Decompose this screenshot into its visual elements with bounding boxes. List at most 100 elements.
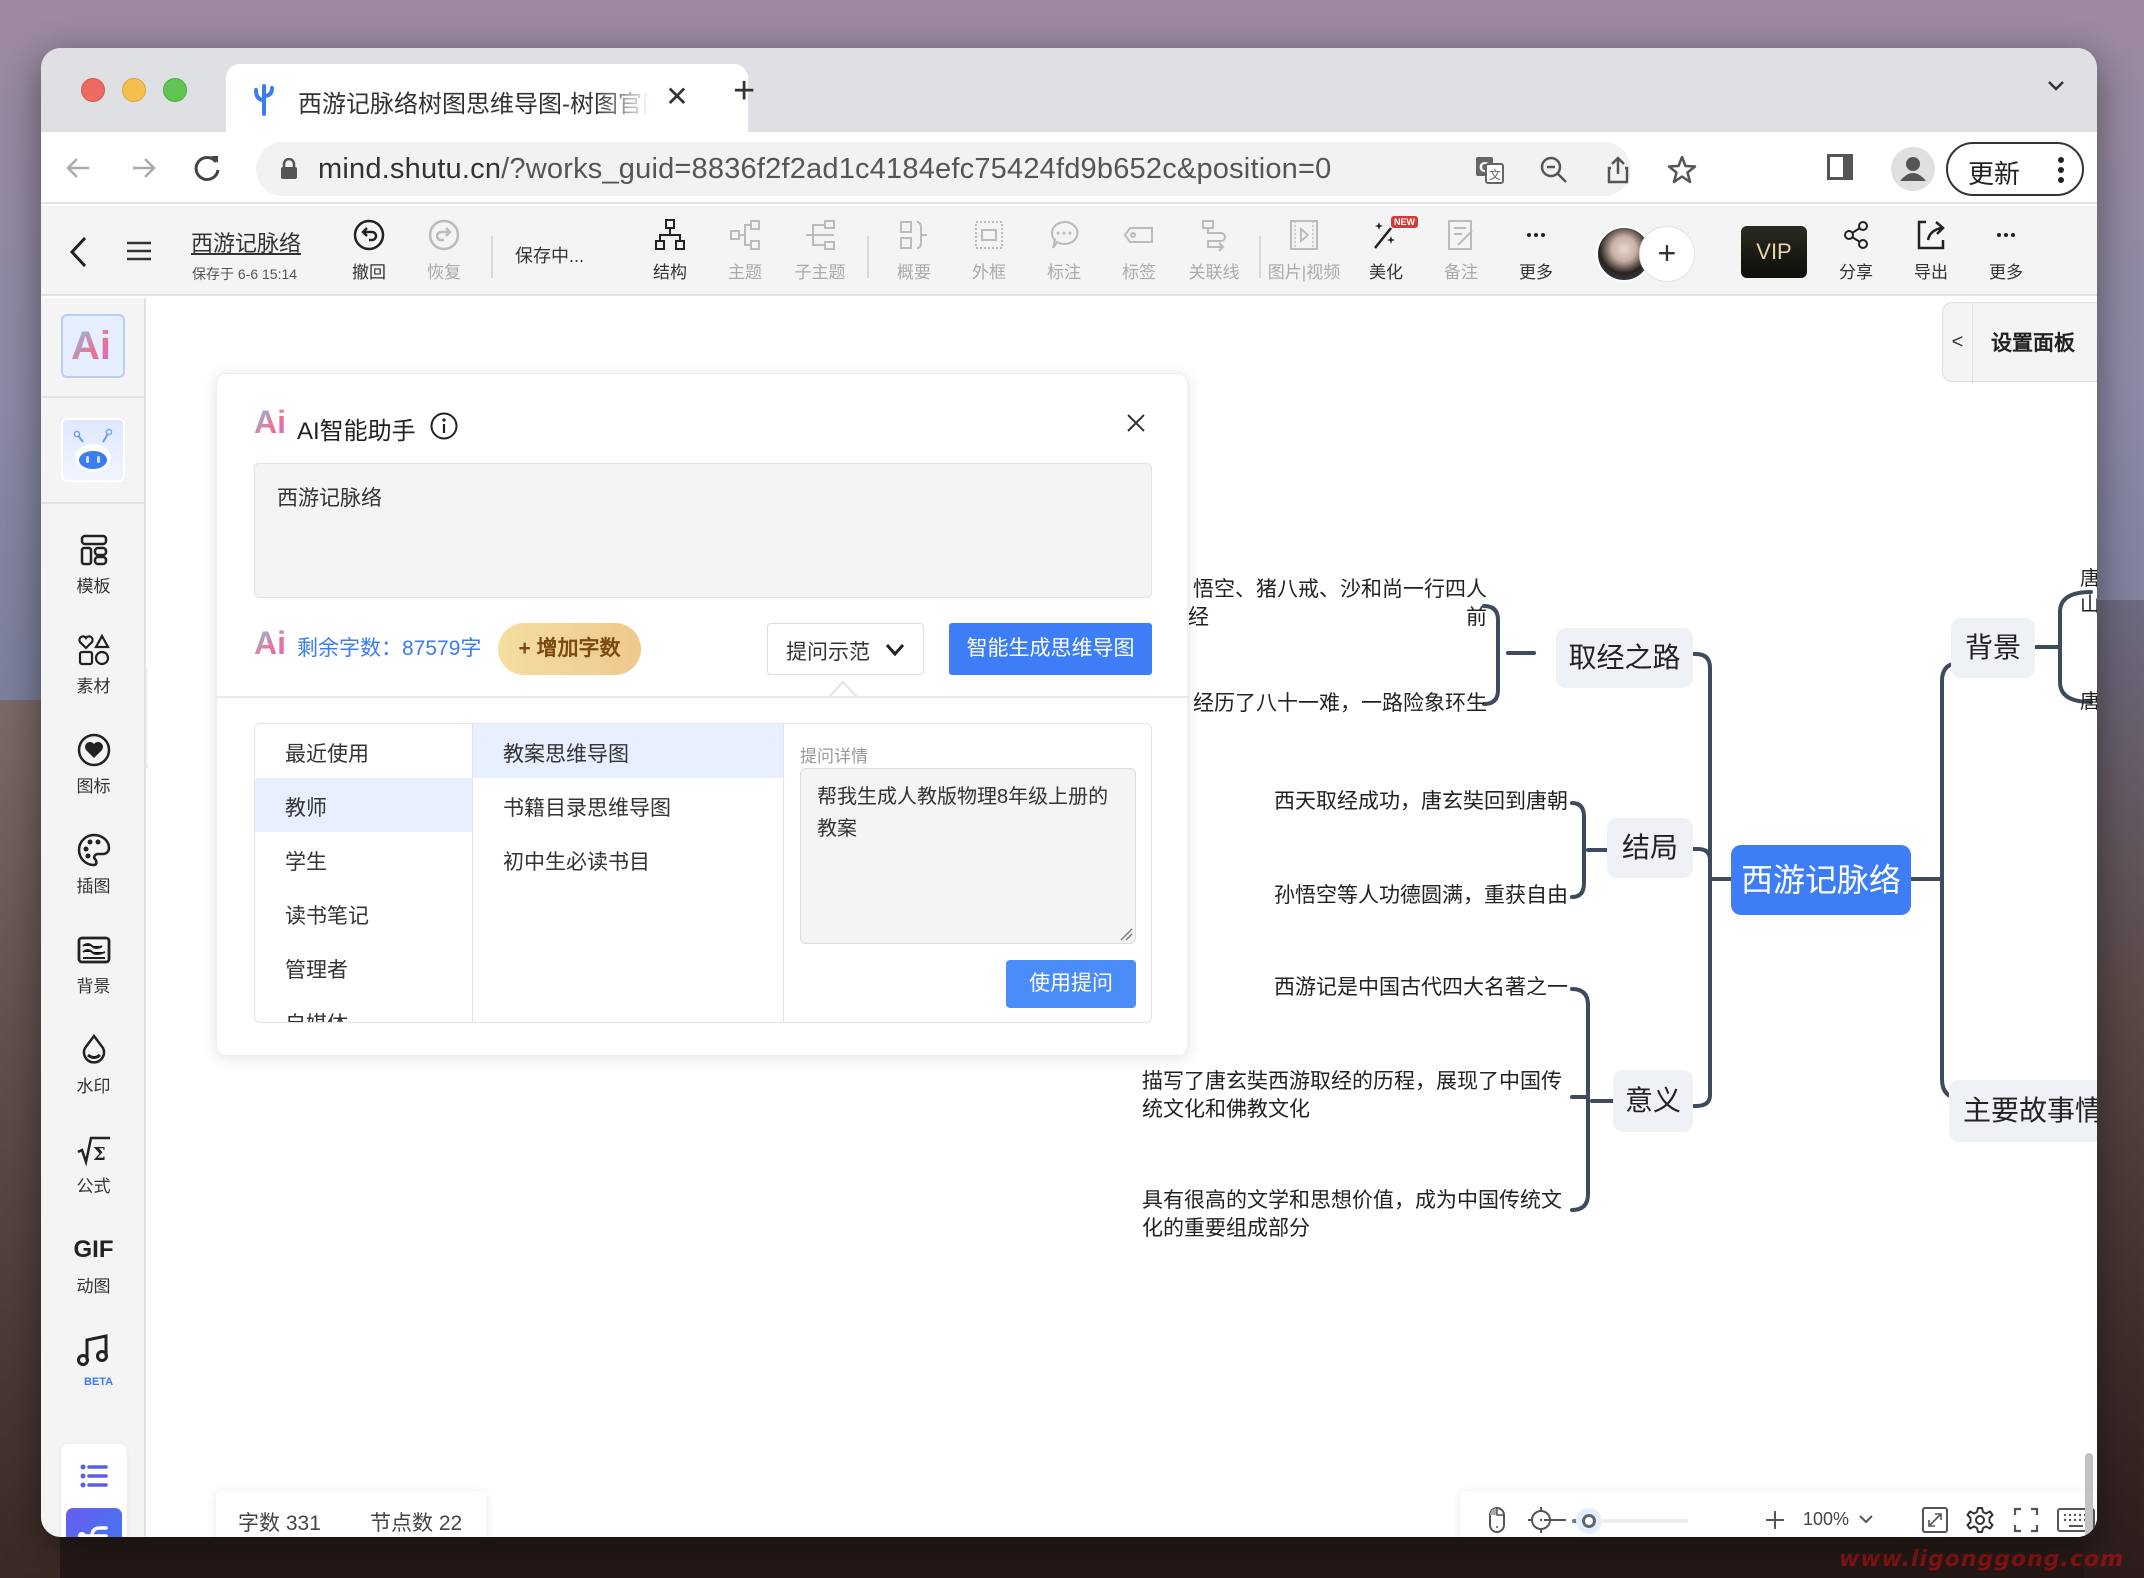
category-item[interactable]: 自媒体 bbox=[255, 994, 472, 1022]
zoom-out-button[interactable] bbox=[1544, 1519, 1566, 1521]
vip-button[interactable]: VIP bbox=[1741, 226, 1807, 278]
profile-icon[interactable] bbox=[1891, 147, 1935, 191]
bookmark-star-icon[interactable] bbox=[1666, 154, 1698, 186]
mindmap-leaf-node[interactable]: 描写了唐玄奘西游取经的历程，展现了中国传统文化和佛教文化 bbox=[1142, 1068, 1562, 1124]
translate-icon[interactable]: G 文 bbox=[1474, 154, 1506, 186]
sidebar-item-icons[interactable]: 图标 bbox=[41, 732, 146, 797]
mindmap-view-button[interactable] bbox=[66, 1508, 122, 1537]
mindmap-branch-node[interactable]: 背景 bbox=[1951, 618, 2035, 678]
fullscreen-icon[interactable] bbox=[2011, 1505, 2041, 1535]
minimize-window-button[interactable] bbox=[122, 78, 146, 102]
media-button[interactable]: 图片|视频 bbox=[1261, 218, 1347, 290]
mindmap-root-node[interactable]: 西游记脉络 bbox=[1731, 845, 1911, 915]
tag-button[interactable]: 标签 bbox=[1104, 218, 1174, 290]
structure-button[interactable]: 结构 bbox=[635, 218, 705, 290]
settings-panel-tab[interactable]: < 设置面板 bbox=[1942, 302, 2097, 383]
callout-button[interactable]: 标注 bbox=[1029, 218, 1099, 290]
mindmap-branch-node[interactable]: 主要故事情节 bbox=[1949, 1080, 2097, 1142]
mindmap-leaf-node[interactable]: 经历了八十一难，一路险象环生 bbox=[1187, 690, 1487, 718]
kebab-menu-icon[interactable] bbox=[2058, 156, 2064, 184]
category-item[interactable]: 学生 bbox=[255, 832, 472, 886]
zoom-out-icon[interactable] bbox=[1538, 154, 1570, 186]
relation-line-button[interactable]: 关联线 bbox=[1179, 218, 1249, 290]
tab-close-icon[interactable]: ✕ bbox=[662, 80, 692, 113]
ai-robot-button[interactable] bbox=[61, 418, 125, 482]
mindmap-leaf-node[interactable]: 唐玄奘 bbox=[2080, 688, 2097, 716]
sidebar-item-gif[interactable]: GIF 动图 bbox=[41, 1232, 146, 1297]
ai-assistant-button[interactable]: Ai bbox=[61, 314, 125, 378]
hamburger-menu-icon[interactable] bbox=[125, 240, 153, 262]
generate-mindmap-button[interactable]: 智能生成思维导图 bbox=[949, 623, 1152, 675]
mindmap-leaf-node[interactable]: 孙悟空等人功德圆满，重获自由 bbox=[1228, 882, 1568, 910]
more-tools-button[interactable]: 更多 bbox=[1501, 218, 1571, 290]
back-chevron-icon[interactable] bbox=[67, 234, 89, 270]
prompt-detail-textarea[interactable]: 帮我生成人教版物理8年级上册的教案 bbox=[800, 768, 1136, 944]
note-button[interactable]: 备注 bbox=[1426, 218, 1496, 290]
close-window-button[interactable] bbox=[81, 78, 105, 102]
undo-button[interactable]: 撤回 bbox=[334, 218, 404, 290]
redo-button[interactable]: 恢复 bbox=[409, 218, 479, 290]
maximize-window-button[interactable] bbox=[163, 78, 187, 102]
category-item[interactable]: 最近使用 bbox=[255, 724, 472, 778]
expand-chevron-icon[interactable]: < bbox=[1943, 303, 1973, 383]
update-button[interactable]: 更新 bbox=[1946, 142, 2084, 196]
sidebar-item-template[interactable]: 模板 bbox=[41, 532, 146, 597]
info-icon[interactable] bbox=[429, 411, 459, 441]
add-collaborator-button[interactable]: + bbox=[1639, 226, 1695, 282]
sidebar-item-illustration[interactable]: 插图 bbox=[41, 832, 146, 897]
resize-grip-icon[interactable] bbox=[1119, 927, 1133, 941]
category-item-active[interactable]: 教师 bbox=[255, 778, 472, 832]
add-words-button[interactable]: + 增加字数 bbox=[498, 623, 641, 675]
subtopic-button[interactable]: 子主题 bbox=[785, 218, 855, 290]
template-item-active[interactable]: 教案思维导图 bbox=[473, 724, 783, 778]
mindmap-leaf-node[interactable]: 唐朝年 山下 bbox=[2080, 566, 2097, 618]
mindmap-canvas[interactable]: 西游记脉络 取经之路 结局 意义 背景 主要故事情节 悟空、猪八戒、沙和尚一行四… bbox=[148, 298, 2097, 1537]
forward-arrow-icon[interactable] bbox=[123, 148, 163, 188]
sidebar-item-material[interactable]: 素材 bbox=[41, 632, 146, 697]
mindmap-branch-node[interactable]: 意义 bbox=[1613, 1070, 1693, 1132]
vertical-scrollbar[interactable] bbox=[2085, 1453, 2093, 1537]
reload-icon[interactable] bbox=[187, 148, 227, 188]
topic-input[interactable]: 西游记脉络 bbox=[254, 463, 1152, 598]
share-icon[interactable] bbox=[1602, 154, 1634, 186]
document-title[interactable]: 西游记脉络 bbox=[191, 226, 301, 258]
category-item[interactable]: 读书笔记 bbox=[255, 886, 472, 940]
mindmap-leaf-node[interactable]: 西天取经成功，唐玄奘回到唐朝 bbox=[1228, 788, 1568, 816]
zoom-level-dropdown[interactable]: 100% bbox=[1803, 1509, 1874, 1530]
more-options-button[interactable]: 更多 bbox=[1971, 218, 2041, 290]
category-item[interactable]: 管理者 bbox=[255, 940, 472, 994]
use-prompt-button[interactable]: 使用提问 bbox=[1006, 960, 1136, 1008]
mindmap-branch-node[interactable]: 取经之路 bbox=[1556, 628, 1693, 688]
template-item[interactable]: 初中生必读书目 bbox=[473, 832, 783, 886]
outline-list-icon[interactable] bbox=[68, 1450, 120, 1502]
mindmap-leaf-node[interactable]: 具有很高的文学和思想价值，成为中国传统文化的重要组成部分 bbox=[1142, 1187, 1562, 1243]
zoom-slider[interactable] bbox=[1572, 1508, 1688, 1534]
gear-icon[interactable] bbox=[1965, 1505, 1995, 1535]
side-panel-icon[interactable] bbox=[1825, 152, 1855, 182]
zoom-in-plus-icon[interactable] bbox=[1760, 1505, 1790, 1535]
browser-tab[interactable]: 西游记脉络树图思维导图-树图官网 ✕ bbox=[226, 64, 748, 132]
close-icon[interactable] bbox=[1123, 410, 1149, 436]
topic-button[interactable]: 主题 bbox=[710, 218, 780, 290]
new-tab-button[interactable]: + bbox=[733, 70, 755, 113]
sidebar-item-music[interactable]: BETA bbox=[41, 1332, 146, 1394]
share-button[interactable]: 分享 bbox=[1821, 218, 1891, 290]
sidebar-item-formula[interactable]: Σ 公式 bbox=[41, 1132, 146, 1197]
url-input[interactable]: mind.shutu.cn/?works_guid=8836f2f2ad1c41… bbox=[256, 142, 1697, 196]
tab-search-chevron-icon[interactable] bbox=[2045, 74, 2067, 96]
frame-button[interactable]: 外框 bbox=[954, 218, 1024, 290]
sidebar-item-background[interactable]: 背景 bbox=[41, 932, 146, 997]
back-arrow-icon[interactable] bbox=[59, 148, 99, 188]
fit-canvas-icon[interactable] bbox=[1920, 1505, 1950, 1535]
mindmap-leaf-node[interactable]: 西游记是中国古代四大名著之一 bbox=[1228, 974, 1568, 1002]
zoom-slider-handle[interactable] bbox=[1576, 1508, 1603, 1534]
lock-icon[interactable] bbox=[280, 158, 298, 180]
template-item[interactable]: 书籍目录思维导图 bbox=[473, 778, 783, 832]
export-button[interactable]: 导出 bbox=[1896, 218, 1966, 290]
summary-button[interactable]: 概要 bbox=[879, 218, 949, 290]
mindmap-leaf-node[interactable]: 悟空、猪八戒、沙和尚一行四人前 bbox=[1187, 576, 1487, 632]
beautify-button[interactable]: NEW 美化 bbox=[1351, 216, 1421, 290]
mouse-mode-icon[interactable] bbox=[1482, 1505, 1512, 1535]
mindmap-branch-node[interactable]: 结局 bbox=[1607, 818, 1693, 878]
sidebar-item-watermark[interactable]: 水印 bbox=[41, 1032, 146, 1097]
